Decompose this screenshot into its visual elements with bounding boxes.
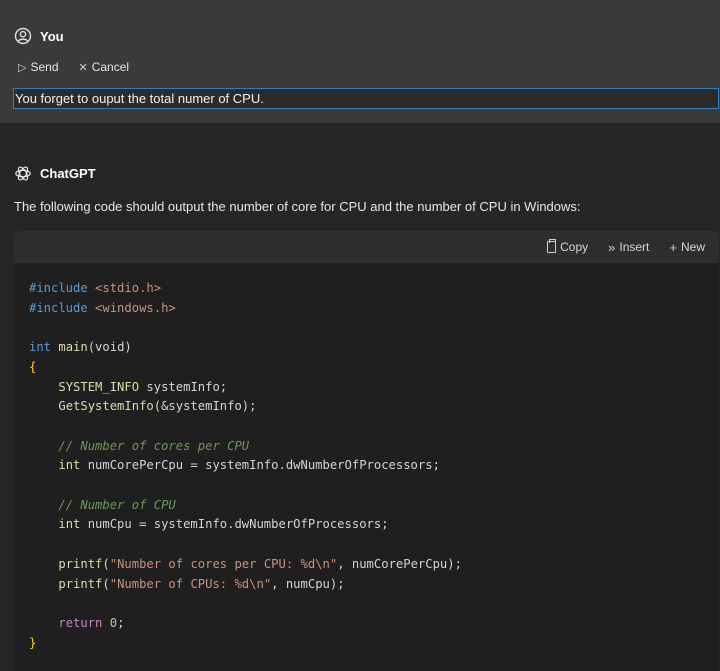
- code-token: return: [58, 615, 103, 630]
- code-token: printf: [58, 576, 103, 591]
- user-circle-icon: [14, 27, 32, 45]
- clipboard-icon: [547, 239, 557, 253]
- cancel-button[interactable]: ✕ Cancel: [79, 60, 130, 74]
- code-block: Copy » Insert + New #include <stdio.h> #…: [14, 231, 719, 671]
- code-token: <windows.h>: [95, 300, 176, 315]
- copy-label: Copy: [560, 240, 589, 254]
- code-token: systemInfo;: [139, 379, 228, 394]
- send-button[interactable]: ▷ Send: [18, 60, 59, 74]
- code-token: 0: [109, 615, 118, 630]
- assistant-intro-text: The following code should output the num…: [14, 199, 581, 214]
- code-token: GetSystemInfo: [58, 399, 154, 414]
- code-token: , numCorePerCpu);: [337, 556, 462, 571]
- new-button[interactable]: + New: [669, 240, 705, 255]
- code-string: "Number of CPUs: %d\n": [109, 576, 272, 591]
- code-token: (: [102, 556, 110, 571]
- code-token: , numCpu);: [271, 576, 345, 591]
- code-token: printf: [58, 556, 103, 571]
- code-token: (void): [87, 340, 132, 355]
- code-token: #include: [29, 300, 88, 315]
- edit-actions: ▷ Send ✕ Cancel: [18, 60, 129, 74]
- code-token: int: [29, 340, 52, 355]
- close-icon: ✕: [78, 61, 88, 74]
- code-token: (&systemInfo);: [153, 399, 257, 414]
- plus-icon: +: [669, 239, 677, 255]
- code-token: main: [58, 340, 88, 355]
- user-header: You: [14, 27, 64, 45]
- assistant-name: ChatGPT: [40, 165, 96, 181]
- code-token: (: [102, 576, 110, 591]
- message-edit-input[interactable]: [13, 88, 719, 109]
- code-token: <stdio.h>: [95, 281, 162, 295]
- insert-button[interactable]: » Insert: [608, 240, 649, 255]
- double-chevron-right-icon: »: [608, 239, 616, 255]
- code-token: int: [58, 517, 81, 532]
- code-token: #include: [29, 281, 88, 295]
- code-token: {: [29, 359, 37, 374]
- code-token: }: [29, 635, 37, 650]
- cancel-label: Cancel: [91, 60, 130, 74]
- openai-logo-icon: [14, 164, 32, 182]
- user-name: You: [40, 28, 64, 44]
- code-string: "Number of cores per CPU: %d\n": [109, 556, 338, 571]
- user-message: You ▷ Send ✕ Cancel: [0, 0, 720, 123]
- code-toolbar: Copy » Insert + New: [14, 231, 719, 263]
- code-content: #include <stdio.h> #include <windows.h> …: [14, 263, 719, 653]
- send-arrow-icon: ▷: [18, 61, 27, 74]
- copy-button[interactable]: Copy: [547, 239, 589, 254]
- insert-label: Insert: [619, 240, 650, 254]
- code-comment: // Number of CPU: [58, 497, 176, 512]
- send-label: Send: [30, 60, 59, 74]
- code-token: numCpu = systemInfo.dwNumberOfProcessors…: [80, 517, 389, 532]
- code-comment: // Number of cores per CPU: [58, 438, 250, 453]
- code-token: SYSTEM_INFO: [58, 379, 140, 394]
- code-token: int: [58, 458, 81, 473]
- assistant-header: ChatGPT: [14, 164, 96, 182]
- code-token: numCorePerCpu = systemInfo.dwNumberOfPro…: [80, 458, 440, 473]
- new-label: New: [680, 240, 705, 254]
- code-token: ;: [117, 615, 125, 630]
